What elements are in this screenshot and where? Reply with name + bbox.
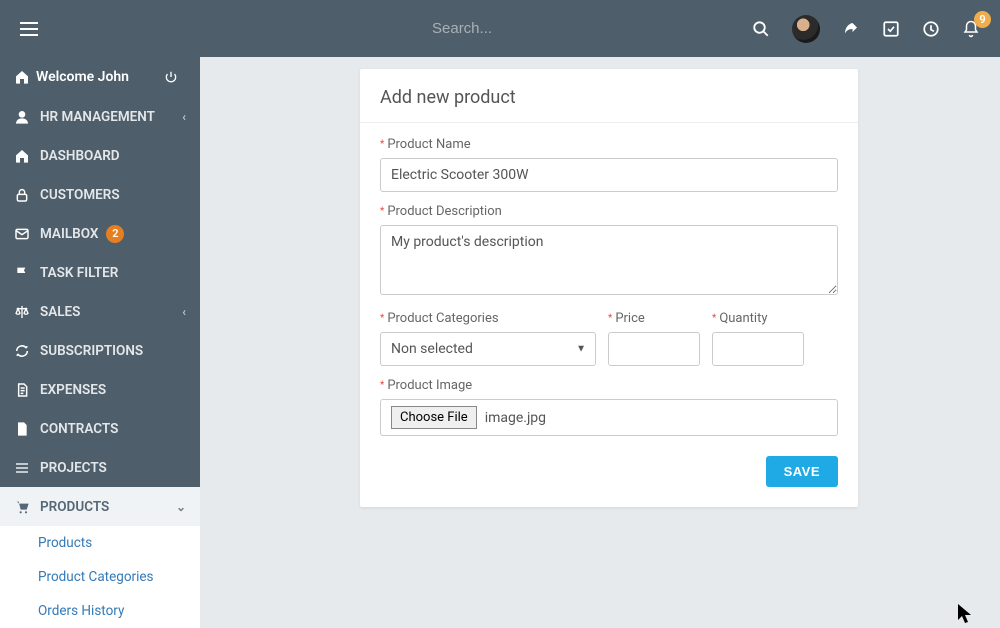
chevron-left-icon: ‹ (182, 110, 186, 124)
sidebar-item-subscriptions[interactable]: SUBSCRIPTIONS (0, 331, 200, 370)
home-icon (14, 148, 40, 164)
file-name: image.jpg (485, 410, 546, 426)
sidebar-item-projects[interactable]: PROJECTS (0, 448, 200, 487)
label-product-image: *Product Image (380, 378, 838, 393)
products-submenu: Products Product Categories Orders Histo… (0, 526, 200, 628)
file-icon (14, 421, 40, 437)
sidebar-item-label: MAILBOX (40, 226, 98, 242)
sidebar-item-label: HR MANAGEMENT (40, 109, 155, 125)
chevron-left-icon: ‹ (182, 305, 186, 319)
list-icon (14, 460, 40, 476)
avatar[interactable] (792, 15, 820, 43)
lock-icon (14, 187, 40, 203)
add-product-card: Add new product *Product Name *Product D… (360, 69, 858, 507)
sidebar-item-label: DASHBOARD (40, 148, 120, 164)
sidebar-item-taskfilter[interactable]: TASK FILTER (0, 253, 200, 292)
sidebar-item-mailbox[interactable]: MAILBOX 2 (0, 214, 200, 253)
sidebar-item-contracts[interactable]: CONTRACTS (0, 409, 200, 448)
mail-icon (14, 226, 40, 242)
submenu-products[interactable]: Products (0, 526, 200, 560)
sidebar-item-label: EXPENSES (40, 382, 106, 398)
sidebar-item-label: CUSTOMERS (40, 187, 120, 203)
price-input[interactable] (608, 332, 700, 366)
chevron-down-icon: ⌄ (176, 500, 186, 514)
cart-icon (14, 499, 40, 515)
sidebar-item-label: TASK FILTER (40, 265, 118, 281)
card-title: Add new product (360, 69, 858, 123)
sidebar-item-sales[interactable]: SALES ‹ (0, 292, 200, 331)
sidebar-item-customers[interactable]: CUSTOMERS (0, 175, 200, 214)
home-icon (14, 69, 36, 85)
main-content: Add new product *Product Name *Product D… (200, 57, 1000, 628)
tasks-icon[interactable] (882, 20, 900, 38)
label-quantity: *Quantity (712, 311, 804, 326)
document-icon (14, 382, 40, 398)
label-product-cat: *Product Categories (380, 311, 596, 326)
sidebar-item-label: CONTRACTS (40, 421, 118, 437)
topbar: 9 (0, 0, 1000, 57)
sidebar-item-label: SALES (40, 304, 80, 320)
search-icon[interactable] (752, 20, 770, 38)
flag-icon (14, 265, 40, 281)
sidebar-item-products[interactable]: PRODUCTS ⌄ (0, 487, 200, 526)
notification-badge: 9 (974, 11, 991, 28)
product-category-select[interactable] (380, 332, 596, 366)
file-input-wrap[interactable]: Choose File image.jpg (380, 399, 838, 436)
refresh-icon (14, 343, 40, 359)
power-icon[interactable] (164, 70, 186, 84)
product-name-input[interactable] (380, 158, 838, 192)
quantity-input[interactable] (712, 332, 804, 366)
clock-icon[interactable] (922, 20, 940, 38)
mailbox-badge: 2 (106, 225, 124, 243)
sidebar-item-hr[interactable]: HR MANAGEMENT ‹ (0, 97, 200, 136)
user-icon (14, 109, 40, 125)
sidebar-item-label: PROJECTS (40, 460, 107, 476)
sidebar-item-label: PRODUCTS (40, 499, 109, 515)
submenu-categories[interactable]: Product Categories (0, 560, 200, 594)
share-icon[interactable] (842, 20, 860, 38)
welcome-text: Welcome John (36, 69, 129, 85)
choose-file-button[interactable]: Choose File (391, 406, 477, 429)
save-button[interactable]: SAVE (766, 456, 838, 487)
menu-toggle-icon[interactable] (20, 22, 38, 36)
sidebar: Welcome John HR MANAGEMENT ‹ DASHBOARD C… (0, 57, 200, 628)
sidebar-item-expenses[interactable]: EXPENSES (0, 370, 200, 409)
bell-icon[interactable]: 9 (962, 20, 980, 38)
label-product-desc: *Product Description (380, 204, 838, 219)
search-input[interactable] (432, 20, 732, 37)
scales-icon (14, 304, 40, 320)
label-price: *Price (608, 311, 700, 326)
sidebar-item-dashboard[interactable]: DASHBOARD (0, 136, 200, 175)
sidebar-item-label: SUBSCRIPTIONS (40, 343, 143, 359)
product-desc-input[interactable]: My product's description (380, 225, 838, 295)
label-product-name: *Product Name (380, 137, 838, 152)
sidebar-welcome: Welcome John (0, 57, 200, 97)
submenu-orders[interactable]: Orders History (0, 594, 200, 628)
